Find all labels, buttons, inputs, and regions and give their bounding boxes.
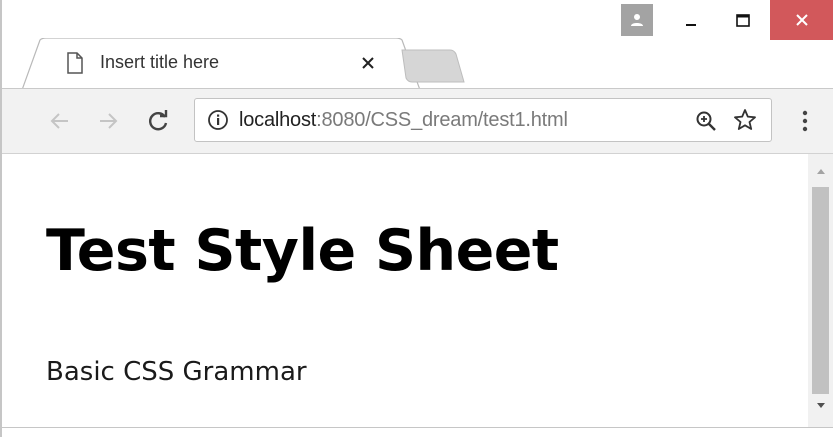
page-icon: [67, 52, 83, 74]
profile-button[interactable]: [621, 4, 653, 36]
url-path: :8080/CSS_dream/test1.html: [316, 109, 568, 131]
more-vert-icon: [802, 110, 808, 132]
window-bottom-edge: [2, 427, 833, 437]
new-tab-button[interactable]: [400, 48, 466, 84]
star-icon[interactable]: [733, 108, 757, 132]
address-bar[interactable]: localhost:8080/CSS_dream/test1.html: [194, 98, 772, 142]
toolbar: localhost:8080/CSS_dream/test1.html: [2, 88, 833, 154]
close-window-button[interactable]: [770, 0, 833, 40]
maximize-button[interactable]: [724, 6, 762, 36]
forward-button[interactable]: [90, 103, 126, 139]
page-paragraph: Basic CSS Grammar: [46, 357, 307, 387]
minimize-icon: [686, 24, 696, 26]
minimize-button[interactable]: [672, 6, 710, 36]
zoom-in-icon[interactable]: [695, 110, 717, 132]
tab-close-button[interactable]: [356, 51, 380, 75]
vertical-scrollbar[interactable]: [808, 154, 833, 427]
info-icon[interactable]: [207, 109, 229, 131]
reload-icon: [149, 110, 168, 131]
user-icon: [631, 14, 643, 26]
browser-window: Insert title here localhost:8080/CSS_dre…: [0, 0, 833, 437]
close-icon: [795, 14, 808, 26]
url-text[interactable]: localhost:8080/CSS_dream/test1.html: [239, 109, 568, 132]
page-viewport: Test Style Sheet Basic CSS Grammar: [2, 154, 833, 427]
close-icon: [362, 57, 374, 69]
tab-active[interactable]: Insert title here: [22, 38, 420, 90]
url-host: localhost: [239, 109, 317, 131]
tab-title: Insert title here: [100, 52, 220, 72]
scrollbar-thumb[interactable]: [812, 187, 829, 394]
scroll-up-arrow-icon[interactable]: [816, 167, 826, 175]
arrow-right-icon: [100, 113, 118, 129]
back-button[interactable]: [42, 103, 78, 139]
maximize-icon: [736, 14, 750, 27]
scroll-down-arrow-icon[interactable]: [816, 402, 826, 410]
arrow-left-icon: [50, 113, 68, 129]
title-bar: Insert title here: [2, 0, 833, 90]
menu-button[interactable]: [790, 103, 820, 139]
reload-button[interactable]: [140, 103, 176, 139]
page-heading: Test Style Sheet: [46, 218, 559, 284]
